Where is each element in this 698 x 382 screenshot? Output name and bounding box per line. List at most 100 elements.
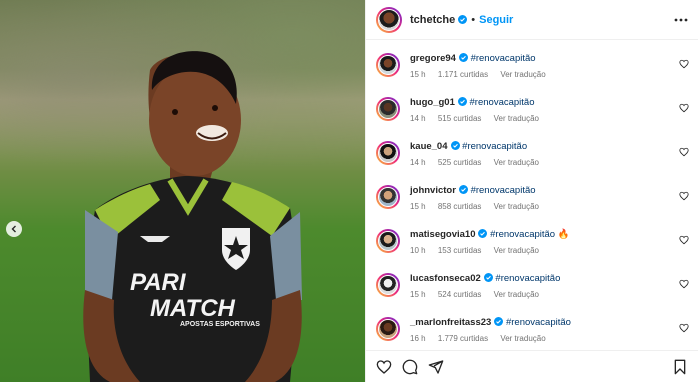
comment-text-line: gregore94 #renovacapitão	[410, 52, 688, 65]
jersey-sponsor-line1: PARI	[130, 269, 187, 296]
comment-time: 16 h	[410, 334, 426, 343]
comment-item: hugo_g01 #renovacapitão 14 h 515 curtida…	[366, 96, 698, 140]
commenter-avatar[interactable]	[376, 53, 400, 77]
comment-meta: 10 h 153 curtidas Ver tradução	[410, 246, 688, 255]
comment-hashtag[interactable]: #renovacapitão	[470, 97, 535, 108]
comment-hashtag[interactable]: #renovacapitão	[471, 53, 536, 64]
comment-icon[interactable]	[402, 359, 418, 375]
commenter-avatar[interactable]	[376, 185, 400, 209]
comment-text-line: johnvictor #renovacapitão	[410, 184, 688, 197]
post-header: tchetche • Seguir	[366, 0, 698, 40]
commenter-avatar[interactable]	[376, 141, 400, 165]
comment-username[interactable]: kaue_04	[410, 141, 448, 152]
comment-hashtag[interactable]: #renovacapitão	[506, 317, 571, 328]
commenter-avatar[interactable]	[376, 97, 400, 121]
see-translation-link[interactable]: Ver tradução	[494, 114, 539, 123]
comment-item: gregore94 #renovacapitão 15 h 1.171 curt…	[366, 52, 698, 96]
jersey-sponsor-sub: APOSTAS ESPORTIVAS	[180, 321, 260, 328]
comment-username[interactable]: matisegovia10	[410, 229, 475, 240]
jersey-sponsor-line2: MATCH	[150, 295, 236, 322]
comment-hashtag[interactable]: #renovacapitão	[462, 141, 527, 152]
comment-text-line: lucasfonseca02 #renovacapitão	[410, 272, 688, 285]
comment-hashtag[interactable]: #renovacapitão	[471, 185, 536, 196]
verified-badge-icon	[450, 141, 460, 150]
comment-likes[interactable]: 524 curtidas	[438, 290, 482, 299]
comment-time: 14 h	[410, 114, 426, 123]
verified-badge-icon	[494, 317, 504, 326]
comment-emoji: 🔥	[557, 229, 570, 240]
verified-badge-icon	[483, 273, 493, 282]
instagram-post: PARI MATCH APOSTAS ESPORTIVAS tchetche •…	[0, 0, 698, 382]
comment-username[interactable]: lucasfonseca02	[410, 273, 481, 284]
comment-username[interactable]: johnvictor	[410, 185, 456, 196]
comment-item: matisegovia10 #renovacapitão 🔥 10 h 153 …	[366, 228, 698, 272]
comment-username[interactable]: _marlonfreitass23	[410, 317, 491, 328]
comment-username[interactable]: gregore94	[410, 53, 456, 64]
comment-body: hugo_g01 #renovacapitão 14 h 515 curtida…	[410, 96, 688, 123]
heart-icon[interactable]	[679, 191, 689, 201]
comment-item: lucasfonseca02 #renovacapitão 15 h 524 c…	[366, 272, 698, 316]
author-username[interactable]: tchetche	[410, 14, 455, 26]
comment-likes[interactable]: 153 curtidas	[438, 246, 482, 255]
comment-text-line: matisegovia10 #renovacapitão 🔥	[410, 228, 688, 241]
see-translation-link[interactable]: Ver tradução	[500, 334, 545, 343]
see-translation-link[interactable]: Ver tradução	[494, 158, 539, 167]
comment-meta: 16 h 1.779 curtidas Ver tradução	[410, 334, 688, 343]
comment-time: 15 h	[410, 290, 426, 299]
comment-text-line: _marlonfreitass23 #renovacapitão	[410, 316, 688, 329]
heart-icon[interactable]	[679, 279, 689, 289]
heart-icon[interactable]	[679, 103, 689, 113]
heart-icon[interactable]	[679, 323, 689, 333]
comment-item: johnvictor #renovacapitão 15 h 858 curti…	[366, 184, 698, 228]
verified-badge-icon	[458, 53, 468, 62]
separator-dot: •	[471, 13, 476, 26]
player-photo: PARI MATCH APOSTAS ESPORTIVAS	[83, 51, 302, 382]
see-translation-link[interactable]: Ver tradução	[494, 290, 539, 299]
comment-meta: 14 h 525 curtidas Ver tradução	[410, 158, 688, 167]
commenter-avatar[interactable]	[376, 229, 400, 253]
commenter-avatar[interactable]	[376, 273, 400, 297]
comment-body: gregore94 #renovacapitão 15 h 1.171 curt…	[410, 52, 688, 79]
comment-hashtag[interactable]: #renovacapitão	[495, 273, 560, 284]
comment-body: matisegovia10 #renovacapitão 🔥 10 h 153 …	[410, 228, 688, 255]
post-media: PARI MATCH APOSTAS ESPORTIVAS	[0, 0, 365, 382]
comment-time: 14 h	[410, 158, 426, 167]
comment-body: kaue_04 #renovacapitão 14 h 525 curtidas…	[410, 140, 688, 167]
heart-icon[interactable]	[679, 59, 689, 69]
see-translation-link[interactable]: Ver tradução	[494, 246, 539, 255]
comment-hashtag[interactable]: #renovacapitão	[490, 229, 555, 240]
verified-badge-icon	[458, 15, 468, 24]
heart-icon[interactable]	[679, 147, 689, 157]
heart-icon[interactable]	[376, 359, 392, 375]
heart-icon[interactable]	[679, 235, 689, 245]
comment-meta: 14 h 515 curtidas Ver tradução	[410, 114, 688, 123]
comment-meta: 15 h 524 curtidas Ver tradução	[410, 290, 688, 299]
commenter-avatar[interactable]	[376, 317, 400, 341]
comment-likes[interactable]: 1.171 curtidas	[438, 70, 488, 79]
comment-time: 15 h	[410, 202, 426, 211]
bookmark-icon[interactable]	[672, 359, 688, 375]
comment-body: lucasfonseca02 #renovacapitão 15 h 524 c…	[410, 272, 688, 299]
see-translation-link[interactable]: Ver tradução	[500, 70, 545, 79]
comment-likes[interactable]: 858 curtidas	[438, 202, 482, 211]
comment-text-line: hugo_g01 #renovacapitão	[410, 96, 688, 109]
comment-time: 15 h	[410, 70, 426, 79]
chevron-left-icon	[11, 225, 16, 233]
see-translation-link[interactable]: Ver tradução	[494, 202, 539, 211]
author-avatar[interactable]	[376, 6, 402, 33]
comment-meta: 15 h 858 curtidas Ver tradução	[410, 202, 688, 211]
action-bar	[366, 350, 698, 382]
comment-time: 10 h	[410, 246, 426, 255]
share-icon[interactable]	[428, 359, 444, 375]
comments-list: gregore94 #renovacapitão 15 h 1.171 curt…	[366, 40, 698, 350]
comment-item: kaue_04 #renovacapitão 14 h 525 curtidas…	[366, 140, 698, 184]
comment-username[interactable]: hugo_g01	[410, 97, 455, 108]
previous-media-button[interactable]	[6, 221, 22, 237]
comment-likes[interactable]: 1.779 curtidas	[438, 334, 488, 343]
comment-likes[interactable]: 525 curtidas	[438, 158, 482, 167]
follow-button[interactable]: Seguir	[479, 14, 513, 26]
more-horizontal-icon[interactable]	[674, 13, 688, 27]
comment-body: johnvictor #renovacapitão 15 h 858 curti…	[410, 184, 688, 211]
comment-likes[interactable]: 515 curtidas	[438, 114, 482, 123]
verified-badge-icon	[458, 185, 468, 194]
